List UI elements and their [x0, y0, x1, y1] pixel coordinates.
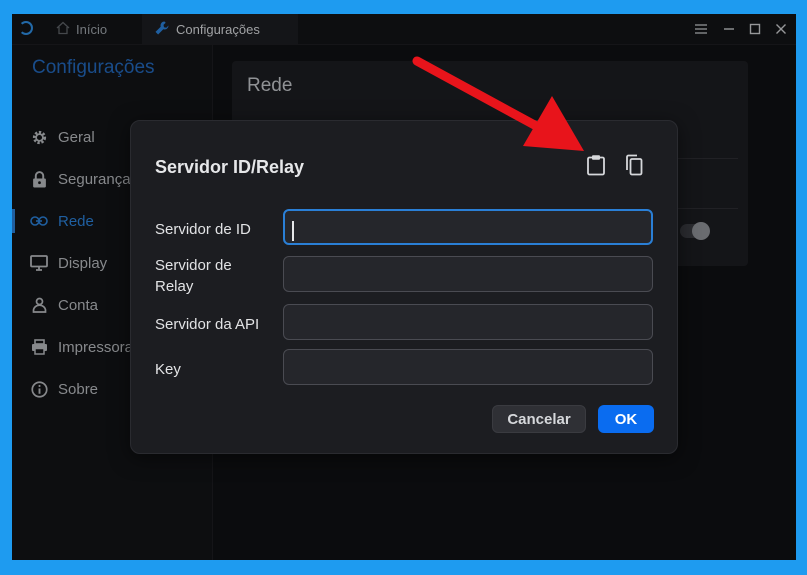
- annotation-arrow: [412, 56, 584, 151]
